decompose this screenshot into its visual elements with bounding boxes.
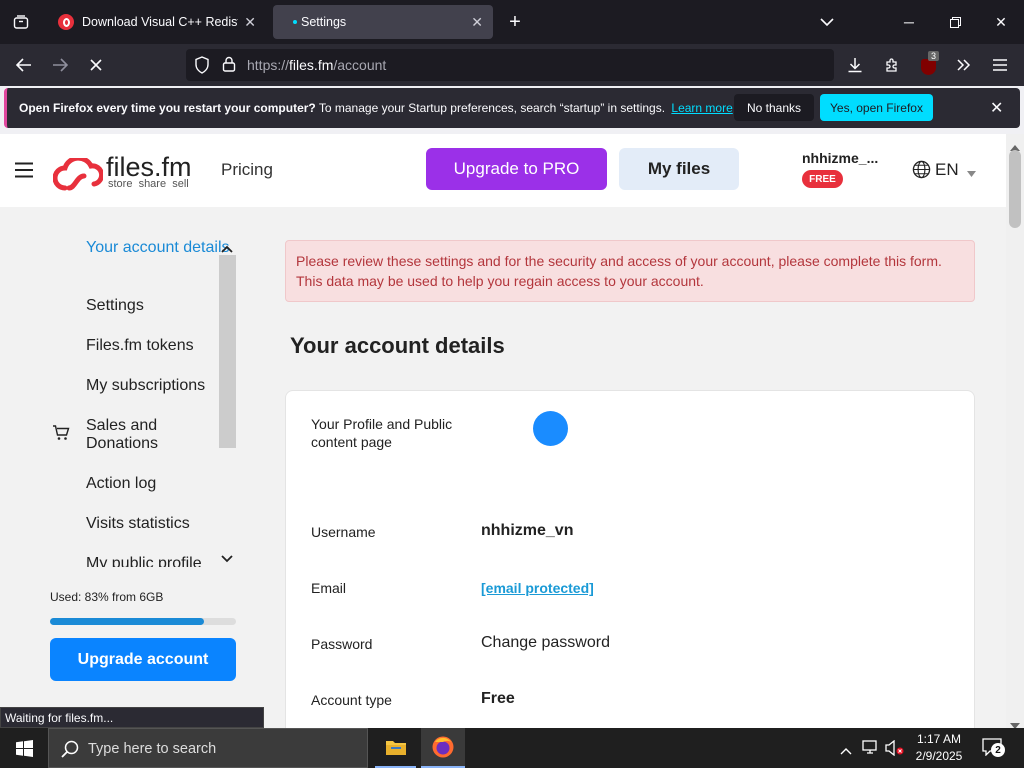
firefox-taskbar-icon[interactable]: [421, 728, 465, 768]
tab-settings[interactable]: Settings ✕: [273, 5, 493, 39]
sidebar-item-account-details[interactable]: Your account details: [86, 239, 230, 257]
notification-text: To manage your Startup preferences, sear…: [318, 101, 666, 115]
search-placeholder: Type here to search: [88, 741, 217, 757]
user-name[interactable]: nhhizme_...: [802, 150, 878, 166]
taskbar-search-box[interactable]: Type here to search: [48, 728, 368, 768]
opera-icon: [58, 14, 74, 30]
page-scrollbar-thumb[interactable]: [1009, 150, 1021, 228]
globe-icon[interactable]: [912, 160, 931, 184]
extension-badge: 3: [928, 51, 940, 61]
back-icon[interactable]: [8, 50, 40, 80]
site-header: files.fm store share sell Pricing Upgrad…: [0, 134, 1006, 207]
upgrade-account-button[interactable]: Upgrade account: [50, 638, 236, 681]
volume-muted-icon[interactable]: [885, 739, 905, 761]
my-files-button[interactable]: My files: [619, 148, 739, 190]
action-center-icon[interactable]: 2: [982, 738, 1005, 761]
cart-icon: [52, 425, 70, 446]
security-alert: Please review these settings and for the…: [285, 240, 975, 302]
tracking-shield-icon[interactable]: [194, 56, 210, 79]
lock-icon[interactable]: [222, 56, 236, 77]
email-value[interactable]: [email protected]: [481, 580, 594, 596]
search-icon: [61, 740, 79, 763]
sidebar-item-subscriptions[interactable]: My subscriptions: [86, 377, 205, 395]
restore-icon[interactable]: [932, 0, 978, 44]
browser-tab-bar: Download Visual C++ Redistrib ✕ Settings…: [0, 0, 1024, 44]
loading-status-bar: Waiting for files.fm...: [0, 707, 264, 728]
change-password-link[interactable]: Change password: [481, 634, 610, 652]
password-label: Password: [311, 636, 373, 652]
system-clock[interactable]: 1:17 AM 2/9/2025: [904, 731, 974, 765]
email-label: Email: [311, 580, 347, 596]
forward-icon[interactable]: [44, 50, 76, 80]
url-host: files.fm: [289, 57, 334, 73]
web-page: files.fm store share sell Pricing Upgrad…: [0, 134, 1006, 728]
hamburger-menu-icon[interactable]: [15, 162, 33, 183]
url-path: /account: [333, 57, 387, 73]
minimize-icon[interactable]: ─: [886, 0, 932, 44]
username-label: Username: [311, 524, 376, 540]
tab-visual-cpp[interactable]: Download Visual C++ Redistrib ✕: [48, 5, 266, 39]
sidebar-item-action-log[interactable]: Action log: [86, 475, 156, 493]
notification-message: Open Firefox every time you restart your…: [19, 101, 733, 115]
account-details-card: Your Profile and Public content page Use…: [285, 390, 975, 728]
file-explorer-icon[interactable]: [375, 728, 416, 768]
hamburger-menu-icon[interactable]: [984, 50, 1016, 80]
new-tab-icon[interactable]: +: [496, 0, 534, 44]
storage-usage-bar: [50, 618, 236, 625]
extensions-puzzle-icon[interactable]: [876, 50, 908, 80]
downloads-icon[interactable]: [839, 50, 871, 80]
url-bar[interactable]: https://files.fm/account: [186, 49, 834, 81]
loading-dot-icon: [293, 20, 297, 24]
upgrade-to-pro-button[interactable]: Upgrade to PRO: [426, 148, 607, 190]
scroll-up-icon[interactable]: [221, 240, 233, 258]
no-thanks-button[interactable]: No thanks: [734, 94, 814, 121]
windows-taskbar: Type here to search 1:17 AM 2/9/2025 2: [0, 728, 1024, 768]
account-type-label: Account type: [311, 692, 392, 708]
plan-badge: FREE: [802, 170, 843, 188]
scroll-down-icon[interactable]: [221, 550, 233, 568]
page-scrollbar[interactable]: [1006, 134, 1024, 729]
firefox-default-notification: Open Firefox every time you restart your…: [4, 88, 1020, 128]
yes-open-firefox-button[interactable]: Yes, open Firefox: [820, 94, 933, 121]
profile-label: Your Profile and Public content page: [311, 416, 453, 450]
username-value: nhhizme_vn: [481, 522, 574, 539]
notification-count-badge: 2: [991, 743, 1005, 757]
notification-question: Open Firefox every time you restart your…: [19, 101, 316, 115]
tab-title: Download Visual C++ Redistrib: [82, 15, 239, 29]
list-all-tabs-icon[interactable]: [804, 0, 850, 44]
learn-more-link[interactable]: Learn more: [671, 101, 732, 115]
network-icon[interactable]: [862, 740, 880, 761]
cloud-logo-icon: [53, 158, 103, 191]
avatar[interactable]: [533, 411, 568, 446]
close-tab-icon[interactable]: ✕: [244, 14, 256, 31]
logo-tagline: store share sell: [108, 178, 189, 190]
storage-usage-text: Used: 83% from 6GB: [50, 590, 164, 604]
start-windows-icon[interactable]: [0, 728, 48, 768]
storage-usage-fill: [50, 618, 205, 625]
url-text: https://files.fm/account: [247, 57, 386, 73]
clock-time: 1:17 AM: [916, 732, 962, 746]
clock-date: 2/9/2025: [915, 749, 963, 763]
sidebar-item-tokens[interactable]: Files.fm tokens: [86, 337, 194, 355]
sidebar-item-sales-donations[interactable]: Sales and Donations: [86, 417, 196, 453]
chevron-up-tray-icon[interactable]: [840, 742, 852, 760]
ublock-extension-icon[interactable]: 3: [912, 50, 944, 80]
tab-overview-icon[interactable]: [0, 0, 42, 44]
page-title: Your account details: [290, 333, 505, 358]
account-type-value: Free: [481, 690, 515, 707]
sidebar-scrollbar-thumb[interactable]: [219, 255, 236, 448]
sidebar-item-public-profile[interactable]: My public profile: [86, 555, 202, 567]
close-tab-icon[interactable]: ✕: [471, 14, 483, 31]
language-selector[interactable]: EN: [935, 160, 959, 180]
pricing-link[interactable]: Pricing: [221, 160, 273, 180]
sidebar-item-visits-statistics[interactable]: Visits statistics: [86, 515, 190, 533]
caret-down-icon[interactable]: [967, 164, 976, 182]
overflow-menu-icon[interactable]: [948, 50, 980, 80]
close-window-icon[interactable]: ✕: [978, 0, 1024, 44]
close-notification-icon[interactable]: ✕: [990, 98, 1003, 118]
tab-title: Settings: [301, 15, 347, 29]
sidebar-item-settings[interactable]: Settings: [86, 297, 144, 315]
stop-loading-icon[interactable]: [80, 50, 112, 80]
url-scheme: https://: [247, 57, 290, 73]
